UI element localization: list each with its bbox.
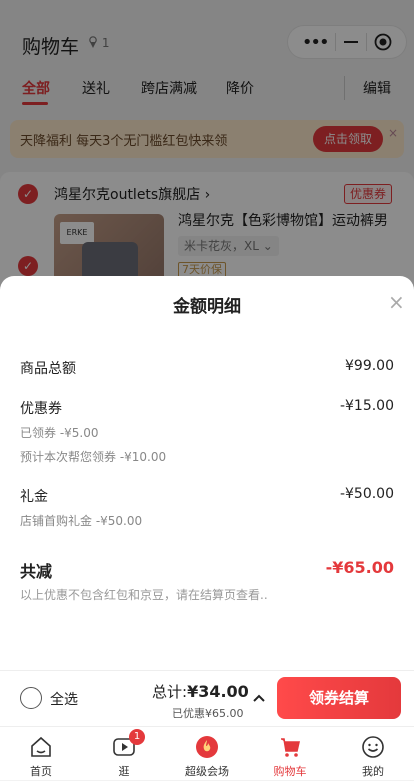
saved-amount: 已优惠¥65.00 <box>172 707 244 720</box>
coupon-estimated: 预计本次帮您领券 -¥10.00 <box>20 450 167 464</box>
select-all-label[interactable]: 全选 <box>50 689 78 709</box>
total-reduce-value: -¥65.00 <box>325 558 394 577</box>
nav-browse-label: 逛 <box>118 765 130 778</box>
select-all-radio[interactable] <box>20 687 42 709</box>
coupon-label: 优惠券 <box>20 401 62 417</box>
sum-label: 总计: <box>152 683 188 701</box>
coupon-claimed: 已领券 -¥5.00 <box>20 426 99 440</box>
smile-icon <box>362 736 384 758</box>
nav-super-venue[interactable]: 超级会场 <box>172 727 242 781</box>
nav-mine[interactable]: 我的 <box>338 727 408 781</box>
goods-total-label: 商品总额 <box>20 361 76 377</box>
gift-sub: 店铺首购礼金 -¥50.00 <box>20 514 143 528</box>
nav-badge: 1 <box>129 729 145 745</box>
sheet-title: 金额明细 <box>173 297 241 317</box>
close-icon[interactable]: × <box>388 290 405 314</box>
checkout-button[interactable]: 领券结算 <box>277 677 401 719</box>
gift-label: 礼金 <box>20 489 48 505</box>
bottom-nav: 首页 1 逛 超级会场 购物车 我的 <box>0 726 414 780</box>
nav-home-label: 首页 <box>30 765 52 778</box>
discount-note: 以上优惠不包含红包和京豆，请在结算页查看.. <box>20 588 268 602</box>
gift-value: -¥50.00 <box>339 486 394 502</box>
checkout-bar: 全选 总计:¥34.00 已优惠¥65.00 领券结算 <box>0 670 414 726</box>
cart-icon <box>281 738 300 757</box>
nav-cart[interactable]: 购物车 <box>255 727 325 781</box>
total-sum: 总计:¥34.00 <box>152 681 249 702</box>
nav-browse[interactable]: 1 逛 <box>89 727 159 781</box>
home-icon <box>31 736 51 757</box>
nav-super-venue-label: 超级会场 <box>185 765 229 778</box>
fire-icon <box>196 736 218 758</box>
nav-cart-label: 购物车 <box>273 765 307 778</box>
total-reduce-label: 共减 <box>20 562 53 581</box>
sum-value: ¥34.00 <box>187 682 249 701</box>
nav-home[interactable]: 首页 <box>6 727 76 781</box>
goods-total-value: ¥99.00 <box>345 358 394 374</box>
nav-mine-label: 我的 <box>362 765 384 778</box>
coupon-value: -¥15.00 <box>339 398 394 414</box>
chevron-up-icon[interactable] <box>252 691 266 705</box>
